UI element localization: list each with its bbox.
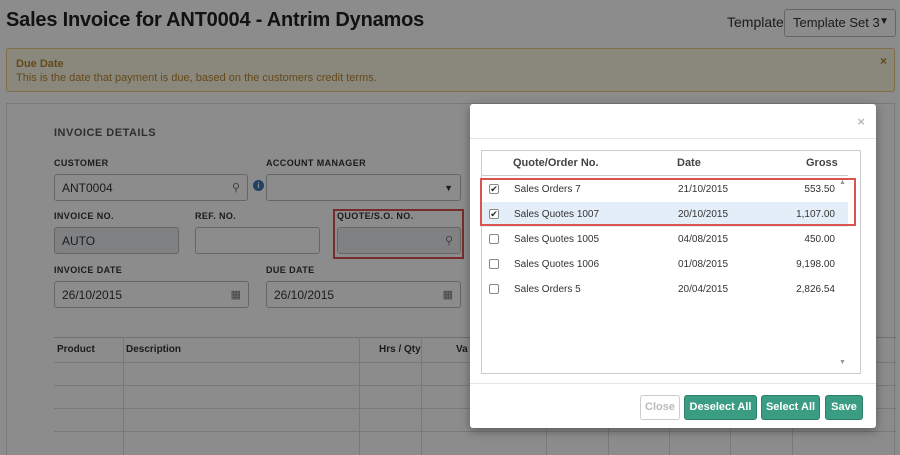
select-all-button[interactable]: Select All xyxy=(761,395,820,420)
checkbox[interactable] xyxy=(489,259,499,269)
list-item[interactable]: Sales Quotes 1005 04/08/2015 450.00 xyxy=(482,227,848,252)
close-icon[interactable]: × xyxy=(857,114,865,129)
item-number: Sales Orders 5 xyxy=(514,284,581,295)
save-button[interactable]: Save xyxy=(825,395,863,420)
item-date: 04/08/2015 xyxy=(678,234,729,245)
item-number: Sales Quotes 1006 xyxy=(514,259,600,270)
item-date: 01/08/2015 xyxy=(678,259,729,270)
list-item[interactable]: Sales Quotes 1006 01/08/2015 9,198.00 xyxy=(482,252,848,277)
item-gross: 9,198.00 xyxy=(796,259,835,270)
checkbox[interactable] xyxy=(489,234,499,244)
column-header-number: Quote/Order No. xyxy=(513,157,599,169)
column-header-date: Date xyxy=(677,157,701,169)
quote-order-modal: × Quote/Order No. Date Gross ✔ Sales Ord… xyxy=(470,104,876,428)
item-gross: 450.00 xyxy=(804,234,835,245)
close-button[interactable]: Close xyxy=(640,395,680,420)
item-gross: 2,826.54 xyxy=(796,284,835,295)
item-number: Sales Quotes 1005 xyxy=(514,234,600,245)
item-date: 20/04/2015 xyxy=(678,284,729,295)
list-header-divider xyxy=(482,175,848,176)
deselect-all-button[interactable]: Deselect All xyxy=(684,395,757,420)
column-header-gross: Gross xyxy=(806,157,838,169)
list-item[interactable]: Sales Orders 5 20/04/2015 2,826.54 xyxy=(482,277,848,302)
modal-footer-divider xyxy=(470,383,876,384)
selection-highlight xyxy=(480,178,856,226)
checkbox[interactable] xyxy=(489,284,499,294)
modal-header-divider xyxy=(470,138,876,139)
scroll-down-icon[interactable]: ▼ xyxy=(839,359,846,366)
